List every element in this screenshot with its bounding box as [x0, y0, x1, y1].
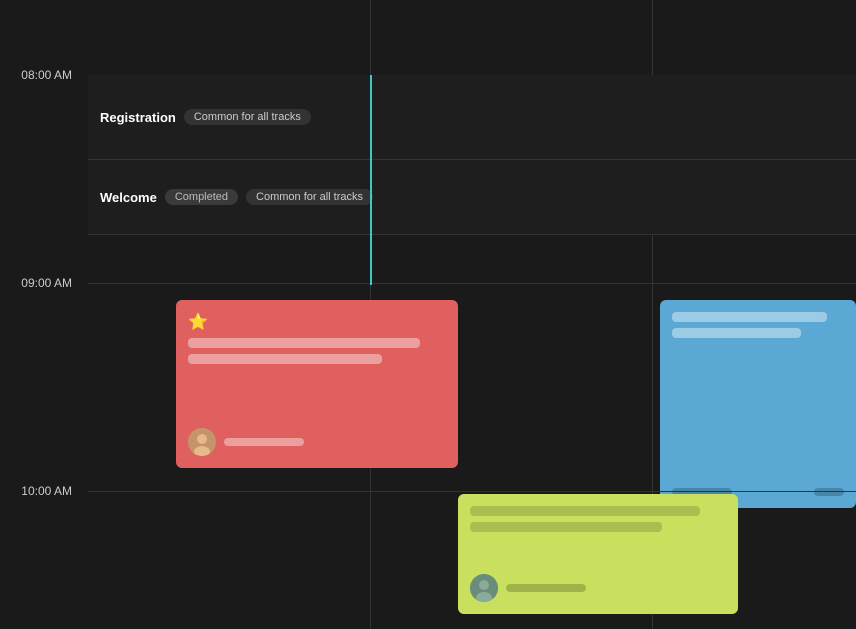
red-speaker-name	[224, 438, 304, 446]
time-line-9am	[88, 283, 856, 284]
schedule-container: 08:00 AM 09:00 AM 10:00 AM Registration …	[0, 0, 856, 629]
welcome-block: Welcome Completed Common for all tracks	[88, 160, 856, 235]
green-avatar-row	[470, 574, 586, 602]
time-line-10am	[88, 491, 856, 492]
blue-line-1	[672, 312, 827, 322]
avatar-green	[470, 574, 498, 602]
green-line-2	[470, 522, 662, 532]
time-label-10am: 10:00 AM	[0, 484, 80, 498]
welcome-title: Welcome	[100, 190, 157, 205]
teal-line-1	[370, 75, 372, 285]
welcome-tag-completed: Completed	[165, 189, 238, 205]
session-card-green[interactable]	[458, 494, 738, 614]
registration-block: Registration Common for all tracks	[88, 75, 856, 160]
time-column: 08:00 AM 09:00 AM 10:00 AM	[0, 0, 88, 629]
time-label-9am: 09:00 AM	[0, 276, 80, 290]
registration-tag-common: Common for all tracks	[184, 109, 311, 125]
red-avatar-row	[188, 428, 304, 456]
session-card-red[interactable]: ⭐	[176, 300, 458, 468]
green-speaker-name	[506, 584, 586, 592]
blue-line-2	[672, 328, 801, 338]
star-icon: ⭐	[188, 312, 446, 332]
time-label-8am: 08:00 AM	[0, 68, 80, 82]
green-line-1	[470, 506, 700, 516]
red-line-2	[188, 354, 382, 364]
session-card-blue[interactable]	[660, 300, 856, 508]
red-line-1	[188, 338, 420, 348]
blue-bottom-line2	[814, 488, 844, 496]
registration-title: Registration	[100, 110, 176, 125]
avatar-red	[188, 428, 216, 456]
welcome-tag-common: Common for all tracks	[246, 189, 373, 205]
